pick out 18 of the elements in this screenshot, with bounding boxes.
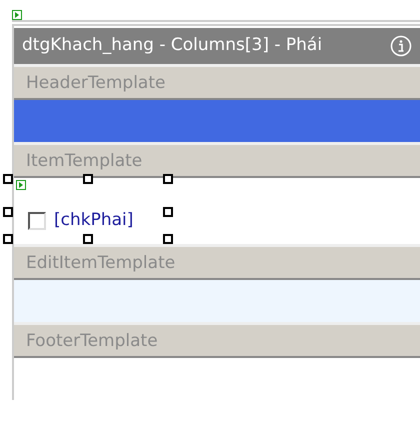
resize-handle[interactable] bbox=[83, 174, 93, 184]
resize-handle[interactable] bbox=[163, 174, 173, 184]
template-label: HeaderTemplate bbox=[14, 64, 420, 100]
resize-handle[interactable] bbox=[83, 234, 93, 244]
resize-handle[interactable] bbox=[163, 207, 173, 217]
template-label: ItemTemplate bbox=[14, 142, 420, 178]
resize-handle[interactable] bbox=[3, 207, 13, 217]
resize-handle[interactable] bbox=[163, 234, 173, 244]
checkbox-label: [chkPhai] bbox=[54, 209, 134, 232]
window-title: dtgKhach_hang - Columns[3] - Phái bbox=[22, 34, 322, 58]
template-label: EditItemTemplate bbox=[14, 244, 420, 280]
smart-tag-icon[interactable] bbox=[12, 10, 22, 20]
smart-tag-icon[interactable] bbox=[16, 180, 26, 190]
info-icon[interactable] bbox=[390, 35, 412, 57]
resize-handle[interactable] bbox=[3, 234, 13, 244]
resize-handle[interactable] bbox=[3, 174, 13, 184]
template-label: FooterTemplate bbox=[14, 322, 420, 358]
checkbox[interactable] bbox=[28, 212, 46, 230]
